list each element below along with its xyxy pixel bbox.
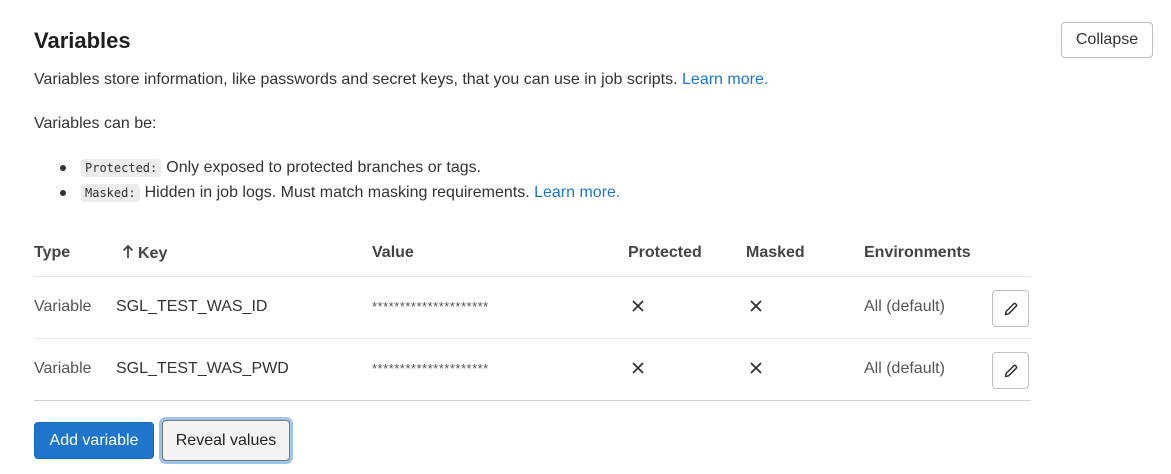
header-value: Value [372,244,414,261]
variable-value: ********************* [372,299,489,314]
learn-more-link[interactable]: Learn more. [682,71,768,88]
variable-key: SGL_TEST_WAS_PWD [116,360,289,377]
protected-description: Only exposed to protected branches or ta… [166,158,482,176]
variables-table: Type Key Value Protected Masked Environm… [34,233,1031,401]
add-variable-button[interactable]: Add variable [34,422,154,459]
masked-x-icon [750,300,762,312]
masked-x-icon [750,362,762,374]
description-text: Variables store information, like passwo… [34,71,678,88]
variables-can-be-text: Variables can be: [34,115,157,132]
protected-x-icon [632,300,644,312]
table-row: Variable SGL_TEST_WAS_ID ***************… [34,277,1031,339]
variable-environments: All (default) [864,298,945,315]
variable-options-list: Protected: Only exposed to protected bra… [60,155,620,205]
arrow-up-icon [122,244,134,258]
masking-learn-more-link[interactable]: Learn more. [534,184,620,202]
pencil-icon [1004,302,1017,315]
reveal-values-button[interactable]: Reveal values [162,420,290,461]
variable-value: ********************* [372,361,489,376]
variable-type: Variable [34,360,92,377]
variable-environments: All (default) [864,360,945,377]
collapse-button[interactable]: Collapse [1061,22,1153,58]
pencil-icon [1004,364,1017,377]
list-item: Masked: Hidden in job logs. Must match m… [60,180,620,205]
masked-description: Hidden in job logs. Must match masking r… [144,183,530,201]
header-key-label: Key [138,245,168,262]
header-type: Type [34,244,71,261]
variable-type: Variable [34,298,92,315]
variable-key: SGL_TEST_WAS_ID [116,298,268,315]
header-key[interactable]: Key [122,244,167,263]
protected-x-icon [632,362,644,374]
table-row: Variable SGL_TEST_WAS_PWD **************… [34,339,1031,401]
header-masked: Masked [746,244,805,261]
header-environments: Environments [864,244,971,261]
masked-code: Masked: [81,183,140,202]
header-protected: Protected [628,244,702,261]
description: Variables store information, like passwo… [34,71,768,89]
edit-variable-button[interactable] [992,290,1029,327]
edit-variable-button[interactable] [992,352,1029,389]
table-header: Type Key Value Protected Masked Environm… [34,233,1031,277]
protected-code: Protected: [81,158,162,177]
list-item: Protected: Only exposed to protected bra… [60,155,620,180]
page-title: Variables [34,28,131,53]
